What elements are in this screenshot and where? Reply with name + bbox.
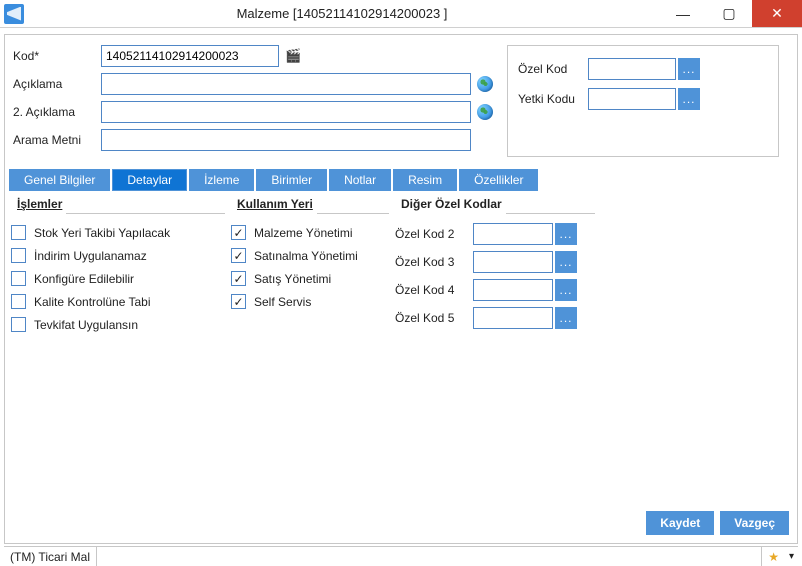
checkbox-icon	[231, 294, 246, 309]
chk-indirim[interactable]: İndirim Uygulanamaz	[11, 248, 225, 263]
yetki-kodu-lookup-button[interactable]: ...	[678, 88, 700, 110]
header-left: Kod* Açıklama 2. Açıklama Arama Metni	[13, 45, 495, 157]
tab-izleme[interactable]: İzleme	[189, 169, 254, 191]
group-islemler: İşlemler Stok Yeri Takibi Yapılacak İndi…	[11, 197, 225, 340]
tab-ozellikler[interactable]: Özellikler	[459, 169, 538, 191]
chk-label: Tevkifat Uygulansın	[34, 318, 138, 332]
cancel-button[interactable]: Vazgeç	[720, 511, 789, 535]
ozel-kod-4-row: Özel Kod 4 ...	[395, 279, 595, 301]
chk-label: Kalite Kontrolüne Tabi	[34, 295, 151, 309]
side-panel: Özel Kod ... Yetki Kodu ...	[507, 45, 779, 157]
label-kod: Kod*	[13, 49, 101, 63]
chk-konfigure[interactable]: Konfigüre Edilebilir	[11, 271, 225, 286]
ozel-kod-lookup-button[interactable]: ...	[678, 58, 700, 80]
tab-notlar[interactable]: Notlar	[329, 169, 391, 191]
ozel-kod-5-lookup-button[interactable]: ...	[555, 307, 577, 329]
header-area: Kod* Açıklama 2. Açıklama Arama Metni	[5, 35, 797, 161]
ozel-kod-4-lookup-button[interactable]: ...	[555, 279, 577, 301]
minimize-button[interactable]: —	[660, 0, 706, 27]
chk-label: Malzeme Yönetimi	[254, 226, 352, 240]
ozel-kod-3-input[interactable]	[473, 251, 553, 273]
chk-label: Stok Yeri Takibi Yapılacak	[34, 226, 170, 240]
ozel-kod-3-row: Özel Kod 3 ...	[395, 251, 595, 273]
group-islemler-title: İşlemler	[13, 197, 66, 211]
ozel-kod-input[interactable]	[588, 58, 676, 80]
tab-detaylar[interactable]: Detaylar	[112, 169, 187, 191]
chk-satinalma-yonetimi[interactable]: Satınalma Yönetimi	[231, 248, 389, 263]
globe-icon[interactable]	[477, 76, 493, 92]
checkbox-icon	[231, 248, 246, 263]
kod-input[interactable]	[101, 45, 279, 67]
close-button[interactable]: ✕	[752, 0, 802, 27]
label-yetki-kodu: Yetki Kodu	[518, 92, 588, 106]
chk-label: Satınalma Yönetimi	[254, 249, 358, 263]
aciklama2-input[interactable]	[101, 101, 471, 123]
yetki-kodu-input[interactable]	[588, 88, 676, 110]
chk-label: Konfigüre Edilebilir	[34, 272, 134, 286]
save-button[interactable]: Kaydet	[646, 511, 714, 535]
checkbox-icon	[231, 225, 246, 240]
ozel-kod-5-row: Özel Kod 5 ...	[395, 307, 595, 329]
label-ozel-kod-4: Özel Kod 4	[395, 283, 473, 297]
dropdown-icon[interactable]: ▾	[785, 551, 798, 562]
checkbox-icon	[11, 317, 26, 332]
chk-malzeme-yonetimi[interactable]: Malzeme Yönetimi	[231, 225, 389, 240]
label-aciklama2: 2. Açıklama	[13, 105, 101, 119]
checkbox-icon	[11, 294, 26, 309]
ozel-kod-5-input[interactable]	[473, 307, 553, 329]
label-ozel-kod-5: Özel Kod 5	[395, 311, 473, 325]
globe-icon-2[interactable]	[477, 104, 493, 120]
detail-body: İşlemler Stok Yeri Takibi Yapılacak İndi…	[5, 191, 797, 340]
label-ozel-kod: Özel Kod	[518, 62, 588, 76]
window-title: Malzeme [14052114102914200023 ]	[24, 6, 660, 21]
checkbox-icon	[231, 271, 246, 286]
checkbox-icon	[11, 248, 26, 263]
status-text: (TM) Ticari Mal	[4, 547, 97, 566]
arama-input[interactable]	[101, 129, 471, 151]
chk-tevkifat[interactable]: Tevkifat Uygulansın	[11, 317, 225, 332]
status-bar: (TM) Ticari Mal ★ ▾	[4, 546, 798, 566]
chk-self-servis[interactable]: Self Servis	[231, 294, 389, 309]
label-arama: Arama Metni	[13, 133, 101, 147]
main-card: Kod* Açıklama 2. Açıklama Arama Metni	[4, 34, 798, 544]
star-icon[interactable]: ★	[762, 550, 785, 564]
work-area: Kod* Açıklama 2. Açıklama Arama Metni	[0, 28, 802, 566]
label-ozel-kod-2: Özel Kod 2	[395, 227, 473, 241]
tabs: Genel Bilgiler Detaylar İzleme Birimler …	[9, 169, 797, 191]
chk-satis-yonetimi[interactable]: Satış Yönetimi	[231, 271, 389, 286]
ozel-kod-2-row: Özel Kod 2 ...	[395, 223, 595, 245]
checkbox-icon	[11, 271, 26, 286]
status-spacer	[97, 547, 762, 566]
ozel-kod-3-lookup-button[interactable]: ...	[555, 251, 577, 273]
group-kullanim: Kullanım Yeri Malzeme Yönetimi Satınalma…	[231, 197, 389, 340]
actions: Kaydet Vazgeç	[646, 511, 789, 535]
clapboard-icon[interactable]	[285, 48, 301, 64]
tab-genel-bilgiler[interactable]: Genel Bilgiler	[9, 169, 110, 191]
ozel-kod-4-input[interactable]	[473, 279, 553, 301]
ozel-kod-2-input[interactable]	[473, 223, 553, 245]
maximize-button[interactable]: ▢	[706, 0, 752, 27]
window-buttons: — ▢ ✕	[660, 0, 802, 27]
chk-stok-yeri[interactable]: Stok Yeri Takibi Yapılacak	[11, 225, 225, 240]
app-icon	[4, 4, 24, 24]
chk-label: Self Servis	[254, 295, 311, 309]
label-aciklama: Açıklama	[13, 77, 101, 91]
chk-kalite[interactable]: Kalite Kontrolüne Tabi	[11, 294, 225, 309]
label-ozel-kod-3: Özel Kod 3	[395, 255, 473, 269]
tab-resim[interactable]: Resim	[393, 169, 457, 191]
group-kullanim-title: Kullanım Yeri	[233, 197, 317, 211]
titlebar: Malzeme [14052114102914200023 ] — ▢ ✕	[0, 0, 802, 28]
group-diger-title: Diğer Özel Kodlar	[397, 197, 506, 211]
checkbox-icon	[11, 225, 26, 240]
aciklama-input[interactable]	[101, 73, 471, 95]
chk-label: İndirim Uygulanamaz	[34, 249, 147, 263]
ozel-kod-2-lookup-button[interactable]: ...	[555, 223, 577, 245]
chk-label: Satış Yönetimi	[254, 272, 331, 286]
tab-birimler[interactable]: Birimler	[256, 169, 327, 191]
group-diger-ozel-kodlar: Diğer Özel Kodlar Özel Kod 2 ... Özel Ko…	[395, 197, 595, 340]
